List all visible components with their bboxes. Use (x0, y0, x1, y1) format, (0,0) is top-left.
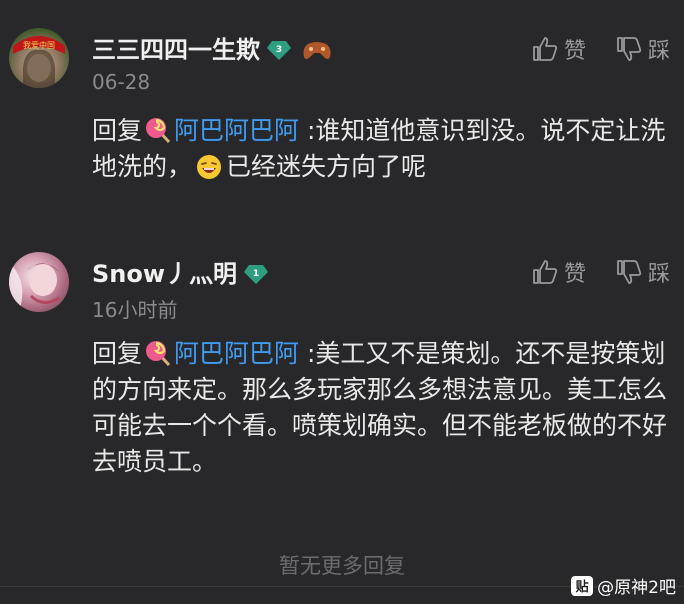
comment-actions: 赞 踩 (502, 256, 670, 288)
watermark: 贴 @原神2吧 (571, 573, 676, 598)
like-label: 赞 (563, 39, 586, 64)
avatar-image: 我爱中国 (13, 36, 65, 88)
watermark-text: @原神2吧 (597, 578, 676, 598)
tieba-logo-icon: 贴 (571, 575, 594, 596)
thumbs-up-icon (533, 260, 558, 284)
reply-prefix: 回复 (92, 339, 143, 368)
comment-body[interactable]: 回复 阿巴阿巴阿 :谁知道他意识到没。说不定让洗地洗的， 已经迷失方向了呢 (92, 113, 670, 185)
comment-body[interactable]: 回复 阿巴阿巴阿 :美工又不是策划。还不是按策划的方向来定。那么多玩家那么多想法意… (92, 336, 670, 480)
like-button[interactable]: 赞 (532, 33, 586, 65)
thumbs-up-icon (533, 37, 558, 61)
comment-time: 16小时前 (92, 298, 178, 322)
dislike-button[interactable]: 踩 (616, 33, 670, 65)
laughing-emoji-icon (196, 154, 222, 180)
lollipop-icon (144, 116, 172, 144)
mention-link[interactable]: 阿巴阿巴阿 (174, 116, 299, 145)
reply-list-page: 我爱中国 三三四四一生欺 3 06-28 赞 踩 回复 阿巴阿巴阿 :谁知道他意识到… (0, 0, 684, 604)
level-number: 1 (253, 269, 259, 279)
game-controller-icon (302, 38, 332, 62)
mention-link[interactable]: 阿巴阿巴阿 (174, 339, 299, 368)
dislike-button[interactable]: 踩 (616, 256, 670, 288)
level-badge-icon: 1 (243, 263, 269, 285)
thumbs-down-icon (617, 260, 642, 284)
username-text: 三三四四一生欺 (92, 36, 260, 64)
level-badge-icon: 3 (266, 39, 292, 61)
reply-prefix: 回复 (92, 116, 143, 145)
avatar[interactable] (9, 252, 69, 312)
lollipop-icon (144, 339, 172, 367)
username[interactable]: Snow丿灬明 1 (92, 254, 269, 289)
dislike-label: 踩 (647, 262, 670, 287)
avatar-badge-text: 我爱中国 (23, 40, 55, 50)
avatar-image (9, 262, 60, 312)
level-number: 3 (276, 45, 282, 55)
username-text: Snow丿灬明 (92, 260, 238, 288)
dislike-label: 踩 (647, 39, 670, 64)
like-label: 赞 (563, 262, 586, 287)
comment-time: 06-28 (92, 70, 151, 94)
thumbs-down-icon (617, 37, 642, 61)
username[interactable]: 三三四四一生欺 3 (92, 30, 332, 65)
comment-actions: 赞 踩 (502, 33, 670, 65)
like-button[interactable]: 赞 (532, 256, 586, 288)
avatar[interactable]: 我爱中国 (9, 28, 69, 88)
reply-text-part2: 已经迷失方向了呢 (226, 152, 427, 181)
